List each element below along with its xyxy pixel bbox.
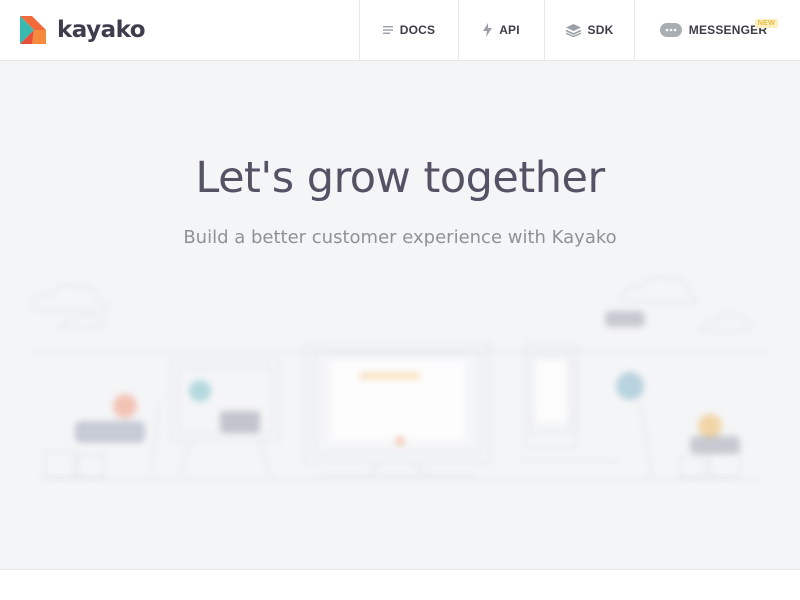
top-navbar: kayako DOCS API SDK MESSENGER NEW — [0, 0, 800, 61]
nav-sdk-label: SDK — [587, 23, 614, 37]
hero-subtitle: Build a better customer experience with … — [183, 227, 617, 248]
footer-strip — [0, 570, 800, 600]
layers-stack-icon — [565, 23, 581, 37]
hero-title: Let's grow together — [195, 153, 605, 203]
kayako-logo-icon — [20, 16, 46, 44]
nav-api-label: API — [499, 23, 520, 37]
chat-bubble-icon — [659, 23, 682, 37]
docs-lines-icon — [382, 25, 393, 35]
nav-messenger[interactable]: MESSENGER NEW — [634, 0, 800, 60]
nav-sdk[interactable]: SDK — [544, 0, 634, 60]
hero-illustration — [29, 275, 770, 480]
new-badge: NEW — [754, 19, 778, 28]
nav-docs[interactable]: DOCS — [359, 0, 458, 60]
lightning-bolt-icon — [483, 23, 493, 37]
brand[interactable]: kayako — [0, 0, 359, 60]
nav-api[interactable]: API — [458, 0, 544, 60]
hero-section: Let's grow together Build a better custo… — [0, 61, 800, 570]
main-nav: DOCS API SDK MESSENGER NEW — [359, 0, 800, 60]
brand-name: kayako — [57, 17, 146, 43]
nav-docs-label: DOCS — [399, 23, 436, 37]
